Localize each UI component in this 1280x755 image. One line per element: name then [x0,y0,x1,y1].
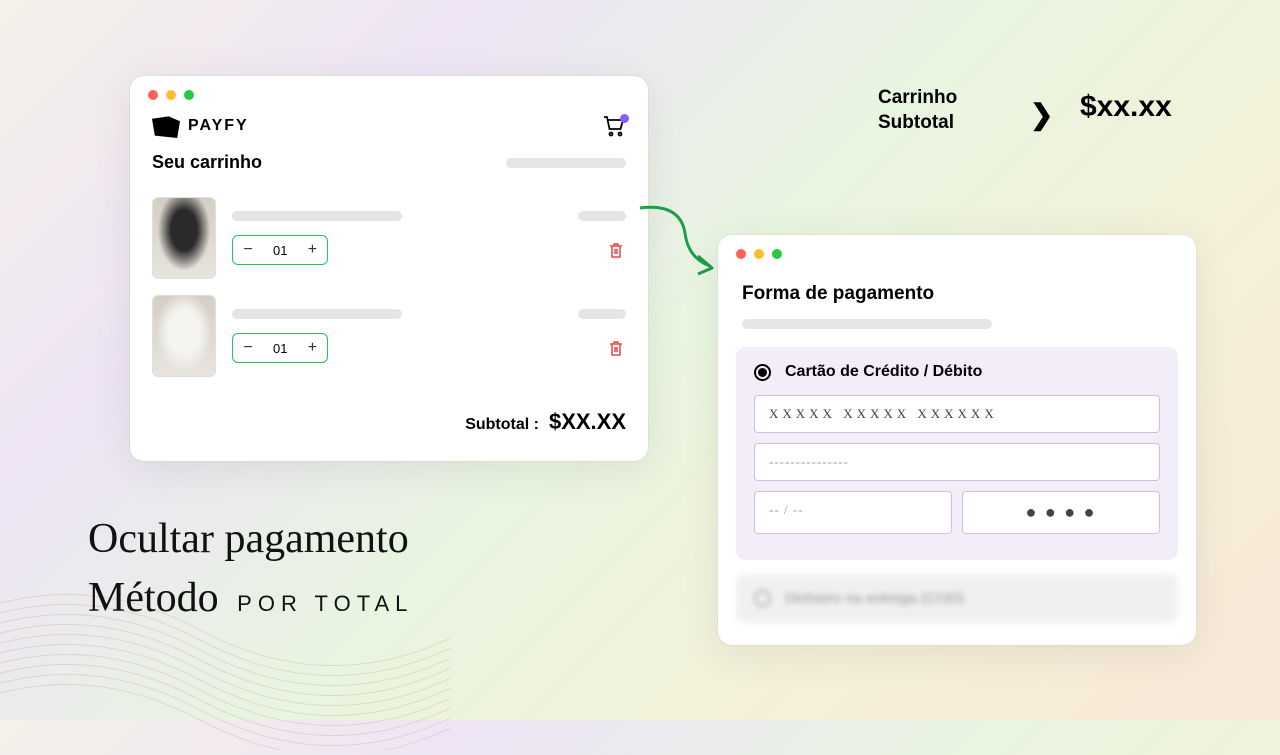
cart-badge [620,114,629,123]
delete-button[interactable] [606,338,626,358]
skeleton-bar [506,158,626,168]
qty-increase-button[interactable]: + [297,236,327,264]
window-close-dot[interactable] [148,90,158,100]
compare-label: Carrinho Subtotal [878,86,957,135]
qty-value: 01 [263,243,297,258]
qty-decrease-button[interactable]: − [233,334,263,362]
quantity-stepper[interactable]: − 01 + [232,235,328,265]
skeleton-bar [578,211,626,221]
radio-cod [754,590,771,607]
window-maximize-dot[interactable] [772,249,782,259]
cart-title: Seu carrinho [152,152,262,173]
brand-icon [152,114,180,138]
cart-window: PAYFY Seu carrinho − 01 + [130,76,648,461]
skeleton-bar [232,309,402,319]
payment-method-card[interactable]: Cartão de Crédito / Débito XXXXX XXXXX X… [736,347,1178,560]
window-maximize-dot[interactable] [184,90,194,100]
payment-window: Forma de pagamento Cartão de Crédito / D… [718,235,1196,645]
delete-button[interactable] [606,240,626,260]
headline-line2b: por total [237,591,413,616]
qty-value: 01 [263,341,297,356]
chevron-right-icon: ❯ [1030,98,1053,131]
qty-decrease-button[interactable]: − [233,236,263,264]
window-minimize-dot[interactable] [754,249,764,259]
headline-line2a: Método [88,575,219,621]
payment-method-label: Cartão de Crédito / Débito [785,363,982,381]
skeleton-bar [578,309,626,319]
payment-title: Forma de pagamento [718,273,1196,311]
hidden-method-label: Dinheiro na entrega (COD) [785,590,964,607]
window-chrome [718,235,1196,273]
window-chrome [130,76,648,114]
compare-line2: Subtotal [878,111,957,136]
radio-credit-card[interactable] [754,364,771,381]
brand-name: PAYFY [188,117,249,135]
card-expiry-field[interactable]: -- / -- [754,491,952,534]
skeleton-bar [232,211,402,221]
skeleton-bar [742,319,992,329]
brand-logo: PAYFY [152,114,249,138]
card-name-field[interactable]: --------------- [754,443,1160,481]
quantity-stepper[interactable]: − 01 + [232,333,328,363]
cart-icon[interactable] [602,115,626,137]
arrow-icon [630,198,725,293]
card-cvv-field[interactable]: ● ● ● ● [962,491,1160,534]
product-image [152,197,216,279]
payment-method-hidden: Dinheiro na entrega (COD) [736,574,1178,623]
product-image [152,295,216,377]
subtotal-label: Subtotal : [465,416,539,434]
headline: Ocultar pagamento Método por total [88,510,413,628]
window-minimize-dot[interactable] [166,90,176,100]
subtotal-value: $XX.XX [549,409,626,435]
cart-item: − 01 + [130,287,648,385]
window-close-dot[interactable] [736,249,746,259]
compare-value: $xx.xx [1080,90,1172,124]
card-number-field[interactable]: XXXXX XXXXX XXXXXX [754,395,1160,433]
qty-increase-button[interactable]: + [297,334,327,362]
headline-line1: Ocultar pagamento [88,510,413,569]
compare-line1: Carrinho [878,86,957,111]
cart-item: − 01 + [130,189,648,287]
